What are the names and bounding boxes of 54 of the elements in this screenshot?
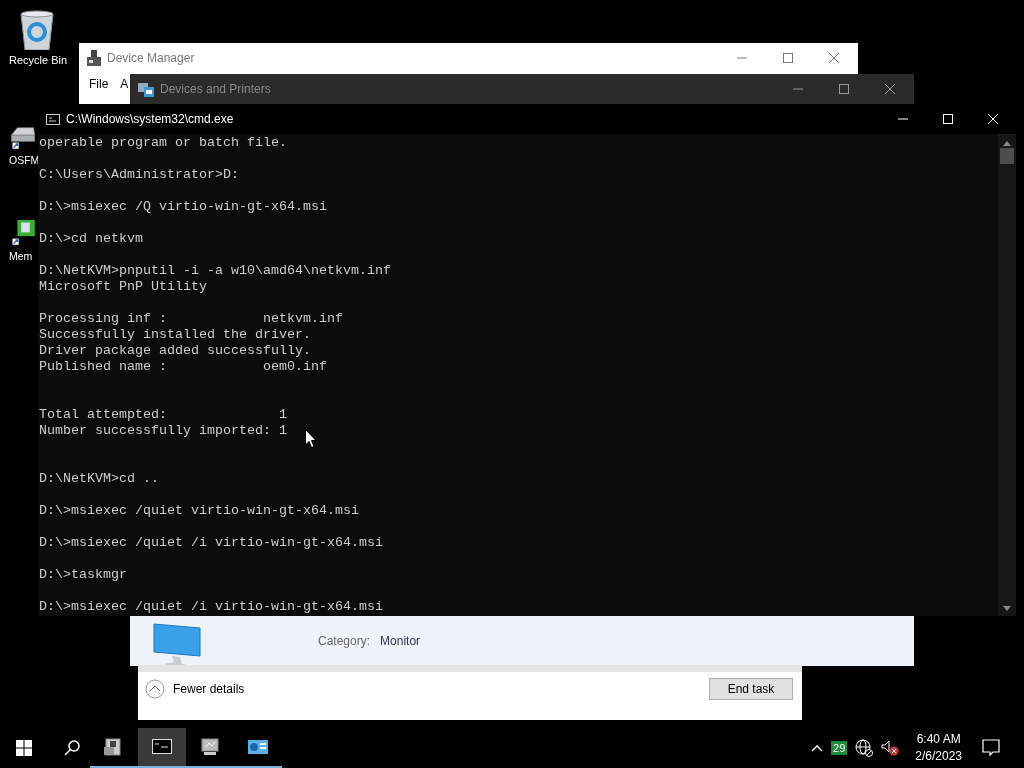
console-line: C:\Users\Administrator>D: [39, 167, 239, 183]
window-title: Device Manager [107, 51, 196, 65]
fewer-details-button[interactable]: Fewer details [145, 679, 245, 699]
menu-item[interactable]: A [120, 77, 129, 91]
clock-date[interactable]: 2/6/2023 [915, 748, 962, 765]
window-title: C:\Windows\system32\cmd.exe [66, 112, 235, 126]
devices-icon [248, 737, 268, 757]
devices-icon [138, 81, 154, 97]
scrollbar[interactable] [998, 134, 1016, 616]
scroll-thumb[interactable] [1000, 148, 1014, 164]
console-line: Total attempted: 1 [39, 407, 287, 423]
console-line: operable program or batch file. [39, 135, 287, 151]
console-line: D:\>msiexec /quiet /i virtio-win-gt-x64.msi [39, 535, 383, 551]
tray-badge[interactable]: 29 [831, 741, 848, 755]
drive-icon [10, 124, 36, 150]
console-line: Published name : oem0.inf [39, 359, 327, 375]
console-line: D:\>taskmgr [39, 567, 127, 583]
console-icon [152, 737, 172, 757]
desktop-icon-label[interactable]: OSFM [9, 154, 40, 166]
desktop-icon-label[interactable]: Mem [9, 250, 33, 262]
end-task-button[interactable]: End task [709, 678, 793, 700]
console-line: Microsoft PnP Utility [39, 279, 207, 295]
console-line: D:\NetKVM>pnputil -i -a w10\amd64\netkvm.inf [39, 263, 391, 279]
console-line: D:\>cd netkvm [39, 231, 143, 247]
console-icon [46, 113, 60, 125]
memory-module-icon [10, 220, 36, 246]
console-line: Number successfully imported: 1 [39, 423, 287, 439]
console-line: Driver package added successfully. [39, 343, 311, 359]
window-title: Devices and Printers [160, 82, 272, 96]
console-line: Successfully installed the driver. [39, 327, 311, 343]
console-line: D:\>msiexec /quiet virtio-win-gt-x64.msi [39, 503, 359, 519]
console-line: D:\NetKVM>cd .. [39, 471, 159, 487]
volume-muted-icon[interactable] [881, 740, 900, 756]
network-globe-icon[interactable] [855, 739, 874, 757]
device-icon [87, 50, 101, 66]
scroll-up-icon[interactable] [1003, 140, 1011, 146]
console-line: D:\>msiexec /quiet /i virtio-win-gt-x64.msi [39, 599, 383, 615]
desktop-icon-label[interactable]: Recycle Bin [8, 54, 68, 66]
clock-time[interactable]: 6:40 AM [916, 731, 961, 748]
notification-icon[interactable] [982, 739, 1000, 757]
mouse-pointer-icon [305, 429, 317, 448]
taskbar-app-button[interactable] [138, 728, 186, 768]
scroll-down-icon[interactable] [1003, 606, 1011, 612]
console-line: Processing inf : netkvm.inf [39, 311, 343, 327]
chevron-up-icon[interactable] [811, 744, 824, 752]
monitor-icon [200, 737, 220, 757]
console-line: D:\>msiexec /Q virtio-win-gt-x64.msi [39, 199, 327, 215]
search-icon[interactable] [64, 740, 80, 756]
category-label: Category: [318, 633, 371, 648]
windows-start-icon[interactable] [16, 740, 32, 756]
server-icon [104, 737, 124, 757]
category-value: Monitor [380, 633, 421, 648]
chevron-up-icon [145, 679, 165, 699]
menu-item[interactable]: File [89, 77, 109, 91]
